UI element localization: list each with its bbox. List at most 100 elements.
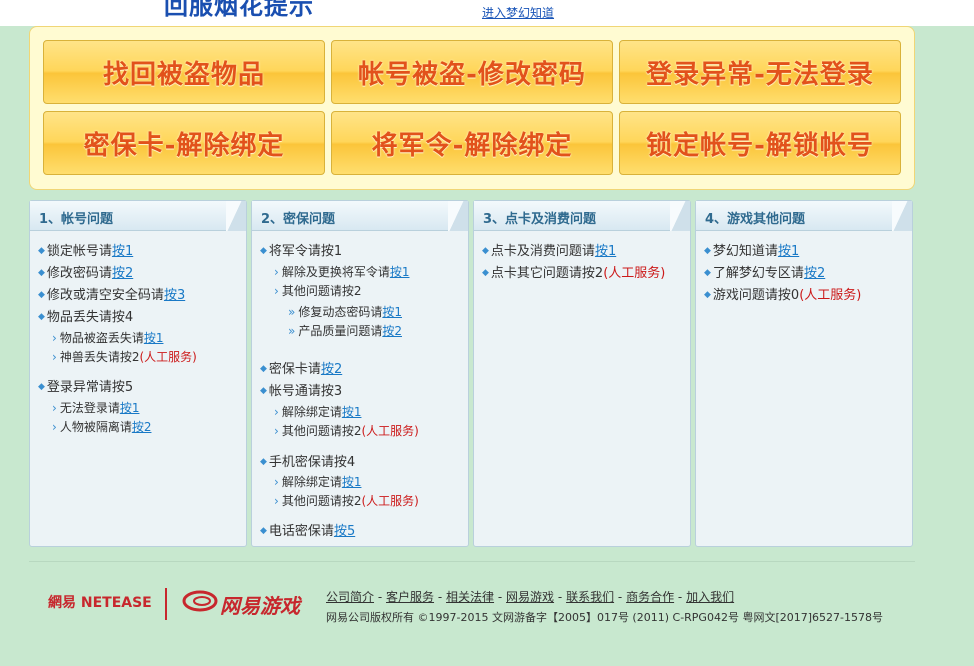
double-chevron-icon: » [288,324,296,338]
list-item: ◆ 点卡及消费问题请按1 [482,244,617,259]
security-card-unbind-button[interactable]: 密保卡-解除绑定 [43,111,325,175]
bullet-icon: ◆ [38,268,45,278]
sub-list-item: › 其他问题请按2(人工服务) [274,424,419,438]
unlock-account-button[interactable]: 锁定帐号-解锁帐号 [619,111,901,175]
swirl-icon [182,590,218,612]
bullet-icon: ◆ [38,290,45,300]
chevron-right-icon: › [274,424,279,438]
sub-list-item: › 解除及更换将军令请按1 [274,265,410,279]
header-decoration [892,201,912,231]
header-decoration [670,201,690,231]
bullet-icon: ◆ [482,268,489,278]
footer-divider [29,561,915,562]
chevron-right-icon: › [274,265,279,279]
chevron-right-icon: › [274,405,279,419]
press-link[interactable]: 按2 [804,266,825,281]
press-link[interactable]: 按2 [132,420,152,434]
chevron-right-icon: › [274,475,279,489]
sub-list-item: › 无法登录请按1 [52,401,140,415]
sub-list-item: › 物品被盗丢失请按1 [52,331,164,345]
chevron-right-icon: › [52,401,57,415]
top-bar: 回服烟花提示 进入梦幻知道 [0,0,974,26]
header-logo: 回服烟花提示 [164,0,314,20]
footer-link-join[interactable]: 加入我们 [686,590,734,604]
bullet-icon: ◆ [38,246,45,256]
chevron-right-icon: › [52,420,57,434]
footer-link-business[interactable]: 商务合作 [626,590,674,604]
token-unbind-button[interactable]: 将军令-解除绑定 [331,111,613,175]
list-item: ◆ 梦幻知道请按1 [704,244,800,259]
bullet-icon: ◆ [704,268,711,278]
press-link[interactable]: 按1 [342,475,362,489]
recover-stolen-items-button[interactable]: 找回被盗物品 [43,40,325,104]
sub-list-item: › 人物被隔离请按2 [52,420,152,434]
chevron-right-icon: › [274,494,279,508]
list-item: ◆ 游戏问题请按0(人工服务) [704,288,862,303]
chevron-right-icon: › [52,331,57,345]
bullet-icon: ◆ [482,246,489,256]
press-link[interactable]: 按3 [164,288,185,303]
game-logo-text: 网易游戏 [220,594,300,618]
press-link[interactable]: 按1 [342,405,362,419]
dream-knowledge-link[interactable]: 进入梦幻知道 [482,4,554,21]
account-stolen-change-password-button[interactable]: 帐号被盗-修改密码 [331,40,613,104]
login-abnormal-button[interactable]: 登录异常-无法登录 [619,40,901,104]
section-card-billing-issues: 3、点卡及消费问题 ◆ 点卡及消费问题请按1 ◆ 点卡其它问题请按2(人工服务) [473,200,691,547]
section-header: 3、点卡及消费问题 [474,201,690,231]
press-link[interactable]: 按5 [334,524,355,539]
header-decoration [226,201,246,231]
section-title: 2、密保问题 [261,212,336,227]
section-header: 2、密保问题 [252,201,468,231]
bullet-icon: ◆ [38,312,45,322]
footer-link-service[interactable]: 客户服务 [386,590,434,604]
press-link[interactable]: 按2 [112,266,133,281]
press-link[interactable]: 按1 [112,244,133,259]
press-link[interactable]: 按1 [144,331,164,345]
netease-games-logo: 网易游戏 [182,590,300,619]
footer-link-games[interactable]: 网易游戏 [506,590,554,604]
sub-list-item: › 其他问题请按2 [274,284,362,298]
section-header: 4、游戏其他问题 [696,201,912,231]
press-link[interactable]: 按2 [321,362,342,377]
bullet-icon: ◆ [704,290,711,300]
footer-link-law[interactable]: 相关法律 [446,590,494,604]
list-item: ◆ 密保卡请按2 [260,362,343,377]
logo-divider [165,588,167,620]
chevron-right-icon: › [52,350,57,364]
footer-links: 公司简介 - 客户服务 - 相关法律 - 网易游戏 - 联系我们 - 商务合作 … [326,590,735,604]
list-item: ◆ 修改或清空安全码请按3 [38,288,186,303]
bullet-icon: ◆ [260,526,267,536]
list-item: ◆ 了解梦幻专区请按2 [704,266,826,281]
bullet-icon: ◆ [38,382,45,392]
list-item: ◆ 点卡其它问题请按2(人工服务) [482,266,666,281]
list-item: ◆ 将军令请按1 [260,244,343,259]
press-link[interactable]: 按1 [382,305,402,319]
list-item: ◆ 修改密码请按2 [38,266,134,281]
bullet-icon: ◆ [260,386,267,396]
quick-service-panel: 找回被盗物品 帐号被盗-修改密码 登录异常-无法登录 密保卡-解除绑定 将军令-… [29,26,915,190]
press-link[interactable]: 按1 [390,265,410,279]
bullet-icon: ◆ [704,246,711,256]
netease-logo: 網易 NETEASE [48,595,152,611]
sub-sub-list-item: » 产品质量问题请按2 [288,324,402,338]
footer-link-about[interactable]: 公司简介 [326,590,374,604]
list-item: ◆ 电话密保请按5 [260,524,356,539]
section-title: 4、游戏其他问题 [705,212,806,227]
press-link[interactable]: 按2 [382,324,402,338]
list-item: ◆ 手机密保请按4 [260,455,356,470]
press-link[interactable]: 按1 [778,244,799,259]
footer-link-contact[interactable]: 联系我们 [566,590,614,604]
section-security-issues: 2、密保问题 ◆ 将军令请按1 › 解除及更换将军令请按1 › 其他问题请按2 » 修复… [251,200,469,547]
press-link[interactable]: 按1 [595,244,616,259]
list-item: ◆ 登录异常请按5 [38,380,134,395]
bullet-icon: ◆ [260,246,267,256]
sub-list-item: › 解除绑定请按1 [274,475,362,489]
list-item: ◆ 锁定帐号请按1 [38,244,134,259]
section-title: 3、点卡及消费问题 [483,212,597,227]
bullet-icon: ◆ [260,364,267,374]
section-game-other-issues: 4、游戏其他问题 ◆ 梦幻知道请按1 ◆ 了解梦幻专区请按2 ◆ 游戏问题请按0(人工… [695,200,913,547]
sub-list-item: › 其他问题请按2(人工服务) [274,494,419,508]
sub-sub-list-item: » 修复动态密码请按1 [288,305,402,319]
copyright-text: 网易公司版权所有 ©1997-2015 文网游备字【2005】017号 (201… [326,611,883,624]
press-link[interactable]: 按1 [120,401,140,415]
